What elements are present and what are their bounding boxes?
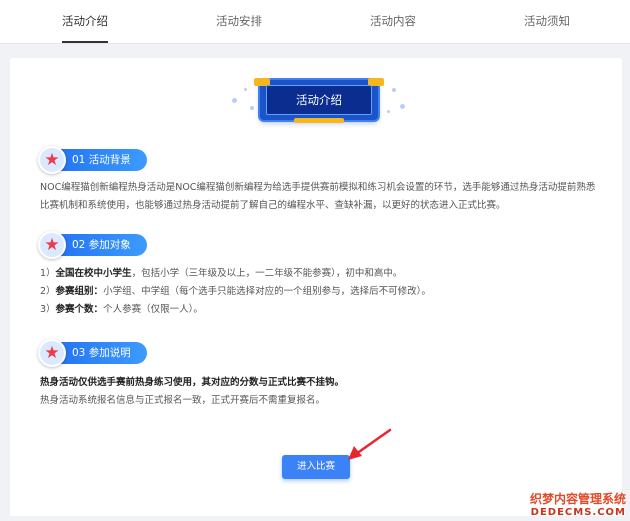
tab-bar: 活动介绍 活动安排 活动内容 活动须知 — [0, 0, 630, 44]
tab-activity-intro[interactable]: 活动介绍 — [40, 0, 130, 44]
intro-card: 活动介绍 ★ 01 活动背景 NOC编程猫创新编程热身活动是NOC编程猫创新编程… — [10, 58, 622, 516]
tab-activity-notice[interactable]: 活动须知 — [502, 0, 592, 44]
tab-activity-schedule[interactable]: 活动安排 — [194, 0, 284, 44]
watermark-cn: 织梦内容管理系统 — [529, 492, 626, 506]
tab-activity-content[interactable]: 活动内容 — [348, 0, 438, 44]
watermark-en: DEDECMS.COM — [530, 507, 626, 518]
annotation-arrow-icon — [348, 428, 392, 460]
watermark: 织梦内容管理系统 DEDECMS.COM — [530, 490, 626, 518]
